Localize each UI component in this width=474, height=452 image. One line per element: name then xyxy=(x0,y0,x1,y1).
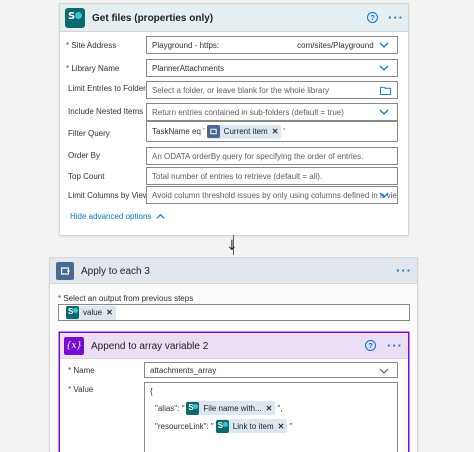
json-open-brace: { xyxy=(150,387,153,396)
hide-advanced-link[interactable]: Hide advanced options xyxy=(70,212,165,221)
limit-columns-label: Limit Columns by View xyxy=(68,191,149,200)
nested-items-dropdown[interactable]: Return entries contained in sub-folders … xyxy=(146,103,398,121)
value-label: * Value xyxy=(68,385,94,394)
sharepoint-icon xyxy=(66,306,79,319)
file-name-token[interactable]: File name with... ✕ xyxy=(186,401,276,415)
more-options-icon[interactable]: ··· xyxy=(387,339,403,352)
order-by-placeholder: An ODATA orderBy query for specifying th… xyxy=(152,151,364,161)
resource-link-key: "resourceLink": " xyxy=(155,421,214,431)
get-files-card: Get files (properties only) ? ··· * Site… xyxy=(60,4,408,235)
append-title[interactable]: Append to array variable 2 xyxy=(91,341,208,352)
get-files-header[interactable]: Get files (properties only) ? ··· xyxy=(60,4,408,32)
alias-key: "alias": " xyxy=(155,403,185,413)
more-options-icon[interactable]: ··· xyxy=(388,11,404,24)
nested-items-label: Include Nested Items xyxy=(68,107,144,116)
remove-token-icon[interactable]: ✕ xyxy=(106,308,113,317)
remove-token-icon[interactable]: ✕ xyxy=(266,404,273,413)
filter-query-label: Filter Query xyxy=(68,129,110,138)
filter-query-prefix: TaskName eq ' xyxy=(152,127,205,136)
library-name-dropdown[interactable]: PlannerAttachments xyxy=(146,59,398,77)
limit-folder-placeholder: Select a folder, or leave blank for the … xyxy=(152,85,329,95)
limit-folder-label: Limit Entries to Folder xyxy=(68,84,146,93)
order-by-input[interactable]: An ODATA orderBy query for specifying th… xyxy=(146,147,398,165)
current-item-token-label: Current item xyxy=(223,127,268,136)
library-name-label: * Library Name xyxy=(66,64,120,73)
hide-advanced-label: Hide advanced options xyxy=(70,212,152,221)
loop-icon xyxy=(56,262,74,280)
sharepoint-icon xyxy=(215,419,229,433)
chevron-down-icon[interactable] xyxy=(379,63,389,73)
resource-link-end: " xyxy=(289,421,293,431)
name-label: * Name xyxy=(68,366,95,375)
current-item-token[interactable]: Current item ✕ xyxy=(206,124,282,139)
nested-items-placeholder: Return entries contained in sub-folders … xyxy=(152,107,344,117)
filter-query-input[interactable]: TaskName eq ' Current item ✕ ' xyxy=(146,121,398,142)
chevron-down-icon[interactable] xyxy=(379,366,389,376)
get-files-title[interactable]: Get files (properties only) xyxy=(92,13,213,24)
chevron-down-icon[interactable] xyxy=(379,190,389,200)
apply-each-title[interactable]: Apply to each 3 xyxy=(81,266,150,277)
arrow-down-icon: ↓ xyxy=(226,238,238,254)
folder-icon[interactable] xyxy=(380,86,391,95)
chevron-down-icon[interactable] xyxy=(379,107,389,117)
append-header[interactable]: {x} Append to array variable 2 ? ··· xyxy=(60,333,408,359)
top-count-input[interactable]: Total number of entries to retrieve (def… xyxy=(146,167,398,185)
site-address-dropdown[interactable]: Playground - https: com/sites/Playground xyxy=(146,36,398,54)
chevron-up-icon xyxy=(156,213,165,219)
site-address-value: Playground - https: xyxy=(152,40,220,50)
library-name-value: PlannerAttachments xyxy=(152,63,225,73)
help-icon[interactable]: ? xyxy=(367,12,378,23)
variable-name-dropdown[interactable]: attachments_array xyxy=(144,362,398,378)
select-output-label: * Select an output from previous steps xyxy=(58,294,194,303)
site-address-value-tail: com/sites/Playground xyxy=(297,40,374,50)
alias-line: "alias": " File name with... ✕ ", xyxy=(155,401,282,415)
link-to-item-token[interactable]: Link to item ✕ xyxy=(215,419,288,433)
more-options-icon[interactable]: ··· xyxy=(396,264,412,277)
order-by-label: Order By xyxy=(68,151,101,160)
loop-icon xyxy=(206,125,220,138)
apply-each-header[interactable]: Apply to each 3 ··· xyxy=(50,258,417,284)
value-editor[interactable]: { "alias": " File name with... ✕ ", "res… xyxy=(144,382,398,452)
sharepoint-icon xyxy=(65,8,85,28)
sharepoint-icon xyxy=(186,401,200,415)
help-icon[interactable]: ? xyxy=(365,340,376,351)
resource-link-line: "resourceLink": " Link to item ✕ " xyxy=(155,419,292,433)
value-token[interactable]: value ✕ xyxy=(66,305,116,320)
select-output-input[interactable]: value ✕ xyxy=(58,304,410,321)
variable-name-value: attachments_array xyxy=(150,365,217,375)
append-card: {x} Append to array variable 2 ? ··· * N… xyxy=(60,333,408,452)
link-to-item-token-label: Link to item xyxy=(232,421,274,431)
limit-columns-placeholder: Avoid column threshold issues by only us… xyxy=(152,190,398,200)
remove-token-icon[interactable]: ✕ xyxy=(272,127,279,136)
apply-each-card: Apply to each 3 ··· * Select an output f… xyxy=(50,258,417,452)
alias-end: ", xyxy=(277,403,283,413)
site-address-label: * Site Address xyxy=(66,41,117,50)
remove-token-icon[interactable]: ✕ xyxy=(278,422,285,431)
value-token-label: value xyxy=(83,308,103,317)
limit-folder-input[interactable]: Select a folder, or leave blank for the … xyxy=(146,81,398,99)
file-name-token-label: File name with... xyxy=(203,403,262,413)
top-count-placeholder: Total number of entries to retrieve (def… xyxy=(152,171,323,181)
filter-query-suffix: ' xyxy=(283,127,285,136)
variable-icon: {x} xyxy=(64,337,84,355)
top-count-label: Top Count xyxy=(68,172,105,181)
limit-columns-dropdown[interactable]: Avoid column threshold issues by only us… xyxy=(146,186,398,204)
chevron-down-icon[interactable] xyxy=(379,40,389,50)
